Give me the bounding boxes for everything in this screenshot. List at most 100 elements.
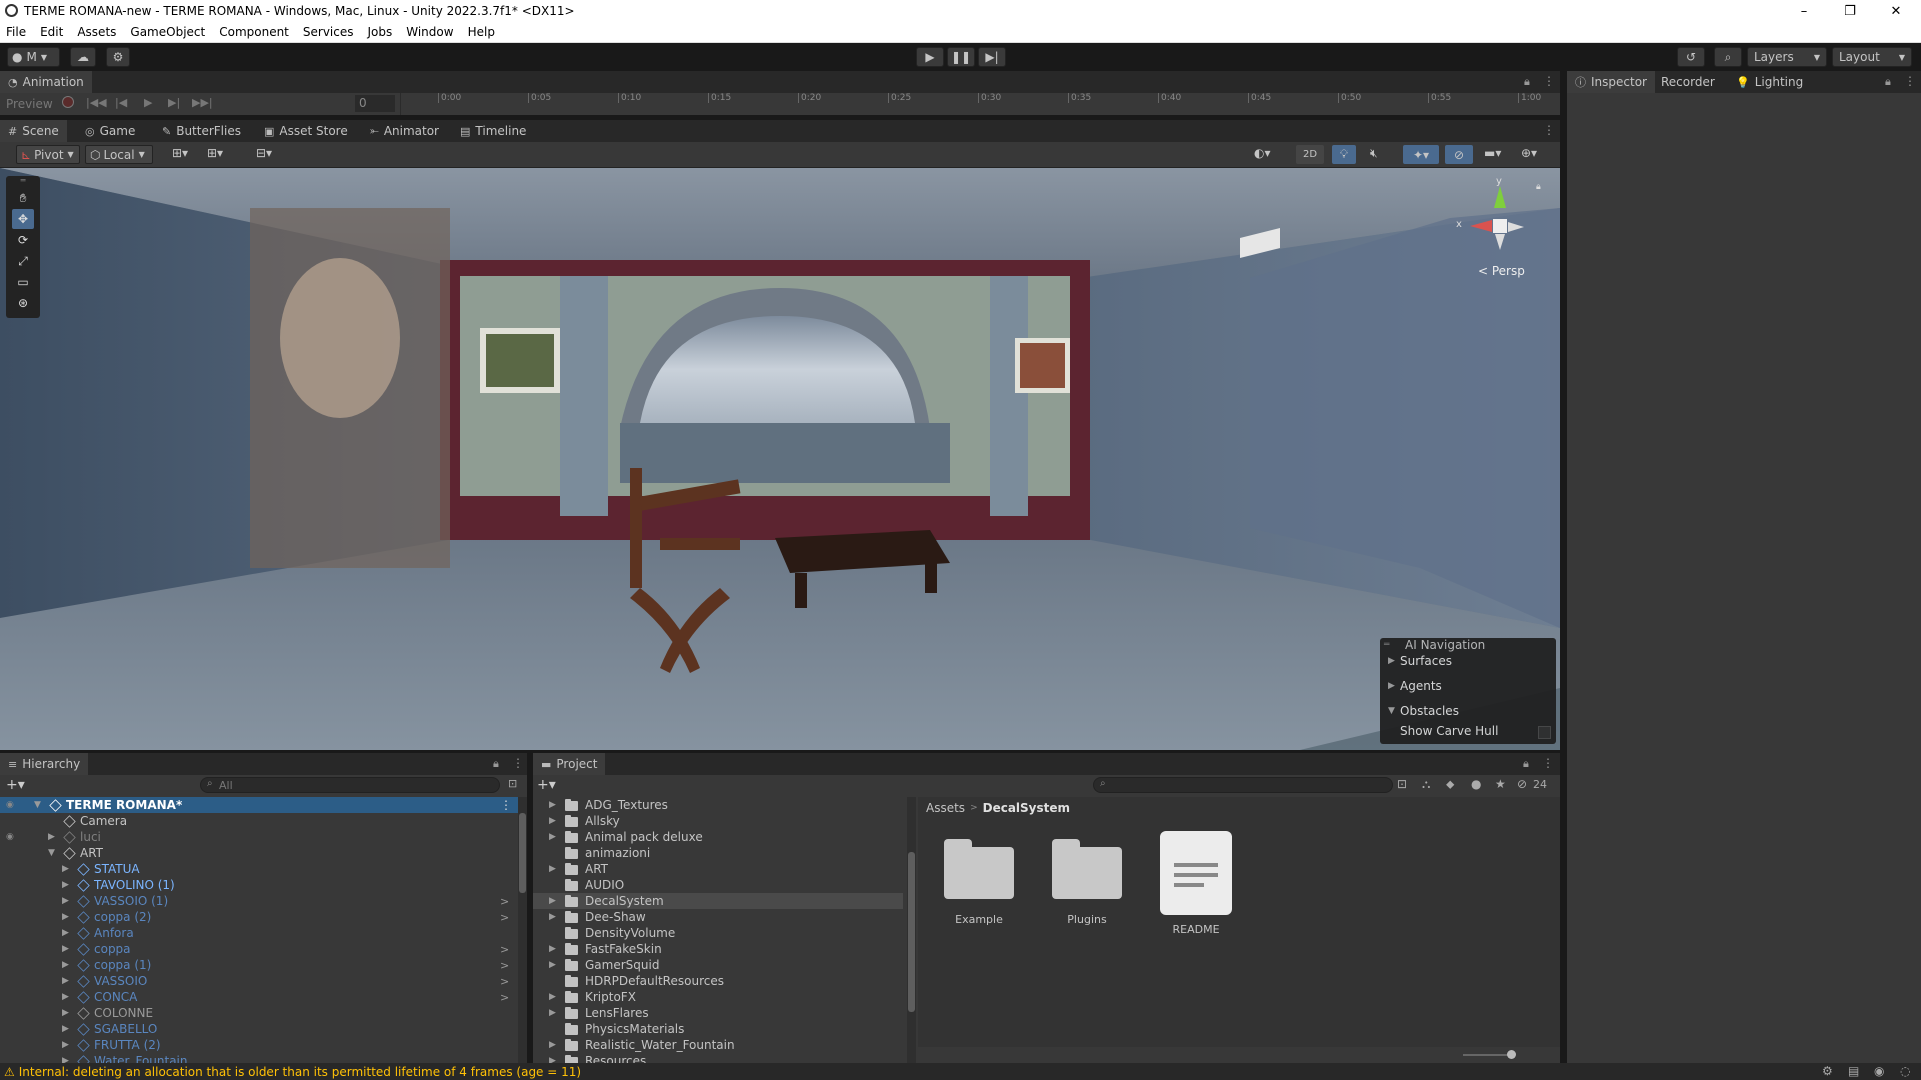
cache-server-icon[interactable]: ◉ — [1874, 1064, 1884, 1078]
pause-button[interactable]: ❚❚ — [947, 47, 975, 67]
icon-size-slider-handle[interactable] — [1507, 1050, 1516, 1059]
account-button[interactable]: ● M ▼ — [7, 47, 60, 67]
y-axis-cone[interactable] — [1494, 186, 1506, 208]
play-anim-button[interactable]: ▶ — [144, 96, 152, 109]
add-button[interactable]: +▾ — [6, 777, 25, 793]
hand-tool-icon[interactable]: ✋︎ — [12, 188, 34, 208]
tab-game[interactable]: ◎ Game — [77, 120, 143, 142]
menu-file[interactable]: File — [6, 25, 26, 39]
last-key-button[interactable]: ▶▶| — [192, 96, 213, 109]
tab-animator[interactable]: ⤜ Animator — [362, 120, 447, 142]
folder-row[interactable]: ▶ Dee-Shaw — [533, 909, 903, 925]
chevron-right-icon[interactable]: ▶ — [62, 864, 74, 874]
layout-dropdown[interactable]: Layout ▼ — [1832, 47, 1912, 67]
menu-gameobject[interactable]: GameObject — [130, 25, 205, 39]
rotate-tool-icon[interactable]: ⟳ — [12, 230, 34, 250]
hierarchy-row[interactable]: ▶ CONCA > — [0, 989, 520, 1005]
chevron-right-icon[interactable]: ▶ — [62, 1008, 74, 1018]
menu-help[interactable]: Help — [468, 25, 495, 39]
project-search-input[interactable]: ⌕ — [1093, 777, 1393, 793]
chevron-right-icon[interactable]: ▶ — [62, 960, 74, 970]
neg-y-cone[interactable] — [1495, 234, 1505, 250]
chevron-down-icon[interactable]: ▼ — [48, 848, 60, 858]
tab-timeline[interactable]: ▤ Timeline — [452, 120, 534, 142]
neg-x-cone[interactable] — [1508, 222, 1524, 232]
folder-row[interactable]: ▶ ADG_Textures — [533, 797, 903, 813]
chevron-right-icon[interactable]: ▶ — [549, 800, 561, 810]
chevron-right-icon[interactable]: ▶ — [48, 832, 60, 842]
visibility-icon[interactable]: ◉ — [6, 832, 14, 842]
folder-row[interactable]: PhysicsMaterials — [533, 1021, 903, 1037]
icon-size-slider-track[interactable] — [1463, 1054, 1513, 1056]
hierarchy-row[interactable]: ▶ TAVOLINO (1) — [0, 877, 520, 893]
grid-visibility-icon[interactable]: ⊞▾ — [207, 146, 223, 160]
folder-row[interactable]: ▶ GamerSquid — [533, 957, 903, 973]
chevron-right-icon[interactable]: ▶ — [62, 992, 74, 1002]
next-key-button[interactable]: ▶| — [168, 96, 180, 109]
increment-snap-icon[interactable]: ⊟▾ — [256, 146, 272, 160]
lock-icon[interactable]: 🔒︎ — [1536, 182, 1541, 192]
chevron-right-icon[interactable]: ▶ — [62, 896, 74, 906]
chevron-right-icon[interactable]: ▶ — [549, 896, 561, 906]
kebab-menu-icon[interactable]: ⋮ — [1543, 74, 1555, 88]
chevron-right-icon[interactable]: ▶ — [549, 864, 561, 874]
hierarchy-row[interactable]: ▼ ART — [0, 845, 520, 861]
chevron-right-icon[interactable]: ▶ — [62, 928, 74, 938]
step-button[interactable]: ▶| — [978, 47, 1006, 67]
chevron-right-icon[interactable]: ▶ — [549, 912, 561, 922]
menu-services[interactable]: Services — [303, 25, 354, 39]
shading-mode-icon[interactable]: ◐▾ — [1254, 146, 1271, 160]
tab-animation[interactable]: ◔ Animation — [0, 71, 92, 93]
hierarchy-row[interactable]: ▶ Anfora — [0, 925, 520, 941]
pivot-dropdown[interactable]: ⊾ Pivot ▼ — [16, 145, 80, 164]
kebab-menu-icon[interactable]: ⋮ — [1542, 756, 1554, 770]
folder-row[interactable]: ▶ ART — [533, 861, 903, 877]
audio-toggle-icon[interactable]: 🔇︎ — [1370, 146, 1378, 161]
breadcrumb-assets[interactable]: Assets — [926, 801, 965, 815]
search-filter-icon[interactable]: ⊡ — [508, 777, 517, 790]
folder-row[interactable]: HDRPDefaultResources — [533, 973, 903, 989]
open-prefab-chevron-icon[interactable]: > — [500, 943, 509, 956]
lock-icon[interactable]: 🔒︎ — [493, 757, 499, 771]
folder-row[interactable]: animazioni — [533, 845, 903, 861]
perspective-label[interactable]: < Persp — [1478, 264, 1525, 278]
collab-icon[interactable]: ◌ — [1900, 1064, 1910, 1078]
kebab-menu-icon[interactable]: ⋮ — [1543, 123, 1555, 137]
timeline-ruler[interactable]: 0:00 0:05 0:10 0:15 0:20 0:25 0:30 0:35 … — [400, 93, 1560, 115]
folder-row[interactable]: ▶ FastFakeSkin — [533, 941, 903, 957]
type-filter-icon[interactable]: ⛬ — [1422, 777, 1430, 792]
local-dropdown[interactable]: ⬡ Local ▼ — [85, 145, 153, 164]
transform-tool-icon[interactable]: ⊛ — [12, 293, 34, 313]
status-bar[interactable]: ⚠ Internal: deleting an allocation that … — [0, 1063, 1921, 1080]
undo-history-button[interactable]: ↺ — [1677, 47, 1705, 67]
lighting-toggle[interactable]: 💡︎ — [1332, 145, 1356, 164]
chevron-right-icon[interactable]: ▶ — [549, 1008, 561, 1018]
hierarchy-scrollbar[interactable] — [518, 797, 527, 1063]
scale-tool-icon[interactable]: ⤢ — [12, 251, 34, 271]
hidden-objects-toggle[interactable]: ⊘ — [1445, 145, 1473, 164]
chevron-right-icon[interactable]: ▶ — [549, 832, 561, 842]
scene-viewport[interactable]: ═ ✋︎ ✥ ⟳ ⤢ ▭ ⊛ y x 🔒︎ < Persp ═ AI Navig… — [0, 168, 1560, 750]
grid-snap-icon[interactable]: ⊞▾ — [172, 146, 188, 160]
show-carve-hull-checkbox[interactable] — [1538, 726, 1551, 739]
minimize-button[interactable]: – — [1781, 0, 1827, 22]
tab-lighting[interactable]: 💡 Lighting — [1728, 71, 1811, 93]
center-cube[interactable] — [1493, 219, 1507, 233]
chevron-right-icon[interactable]: ▶ — [549, 944, 561, 954]
open-prefab-chevron-icon[interactable]: > — [500, 975, 509, 988]
lock-icon[interactable]: 🔒︎ — [1523, 757, 1529, 771]
first-key-button[interactable]: |◀◀ — [86, 96, 107, 109]
chevron-right-icon[interactable]: ▶ — [62, 1040, 74, 1050]
chevron-right-icon[interactable]: ▶ — [549, 960, 561, 970]
chevron-right-icon[interactable]: ▶ — [549, 1040, 561, 1050]
obstacles-foldout[interactable]: ▼ Obstacles — [1388, 704, 1459, 718]
folder-row[interactable]: ▶ KriptoFX — [533, 989, 903, 1005]
surfaces-foldout[interactable]: ▶ Surfaces — [1388, 654, 1452, 668]
scene-row[interactable]: ◉ ▼ TERME ROMANA* ⋮ — [0, 797, 520, 813]
chevron-right-icon[interactable]: ▶ — [62, 912, 74, 922]
folder-row[interactable]: AUDIO — [533, 877, 903, 893]
tab-butterflies[interactable]: ✎ ButterFlies — [154, 120, 249, 142]
close-button[interactable]: ✕ — [1873, 0, 1919, 22]
chevron-right-icon[interactable]: ▶ — [62, 944, 74, 954]
menu-component[interactable]: Component — [219, 25, 289, 39]
